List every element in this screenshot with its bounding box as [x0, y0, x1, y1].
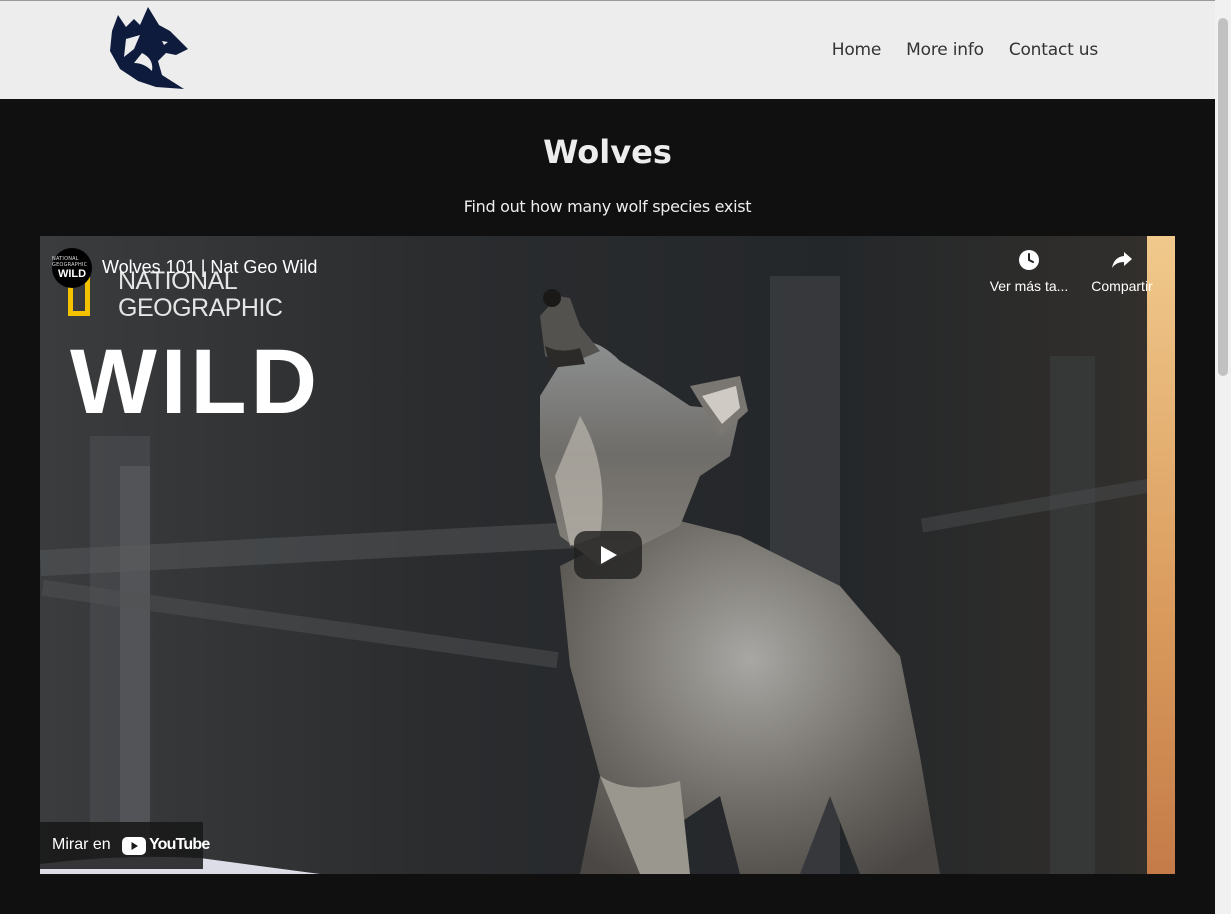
page-scrollbar[interactable] [1215, 0, 1231, 914]
video-player[interactable]: NATIONAL GEOGRAPHIC WILD NATIONAL GEOGRA… [40, 236, 1175, 874]
share-arrow-icon [1112, 252, 1132, 268]
page-subtitle: Find out how many wolf species exist [463, 197, 752, 216]
clock-icon [1019, 250, 1039, 270]
page: Home More info Contact us Wolves Find ou… [0, 0, 1215, 914]
scrollbar-thumb[interactable] [1218, 18, 1228, 376]
share-label: Compartir [1091, 278, 1153, 294]
main-nav: Home More info Contact us [832, 40, 1098, 60]
youtube-play-icon [122, 837, 146, 855]
avatar-top-text: NATIONAL GEOGRAPHIC [52, 256, 88, 268]
nav-home-link[interactable]: Home [832, 40, 882, 60]
wolf-logo-icon[interactable] [104, 5, 192, 91]
play-button[interactable] [574, 531, 642, 579]
nav-contact-link[interactable]: Contact us [1009, 40, 1098, 60]
avatar-main-text: WILD [57, 268, 87, 280]
video-title-link[interactable]: Wolves 101 | Nat Geo Wild [102, 257, 317, 278]
watch-on-label: Mirar en [52, 836, 111, 853]
watch-on-youtube-button[interactable]: Mirar en YouTube [40, 822, 210, 869]
channel-avatar[interactable]: NATIONAL GEOGRAPHIC WILD [52, 248, 92, 288]
navbar: Home More info Contact us [0, 0, 1215, 99]
watch-later-button[interactable]: Ver más ta... [984, 248, 1074, 294]
brand-wild-text: WILD [70, 331, 322, 433]
youtube-wordmark: YouTube [149, 836, 210, 853]
brand-geographic-text: GEOGRAPHIC [118, 294, 283, 322]
watch-later-label: Ver más ta... [989, 278, 1069, 294]
page-title: Wolves [543, 133, 672, 171]
play-icon [601, 546, 617, 564]
share-button[interactable]: Compartir [1077, 248, 1167, 294]
nav-more-info-link[interactable]: More info [906, 40, 984, 60]
